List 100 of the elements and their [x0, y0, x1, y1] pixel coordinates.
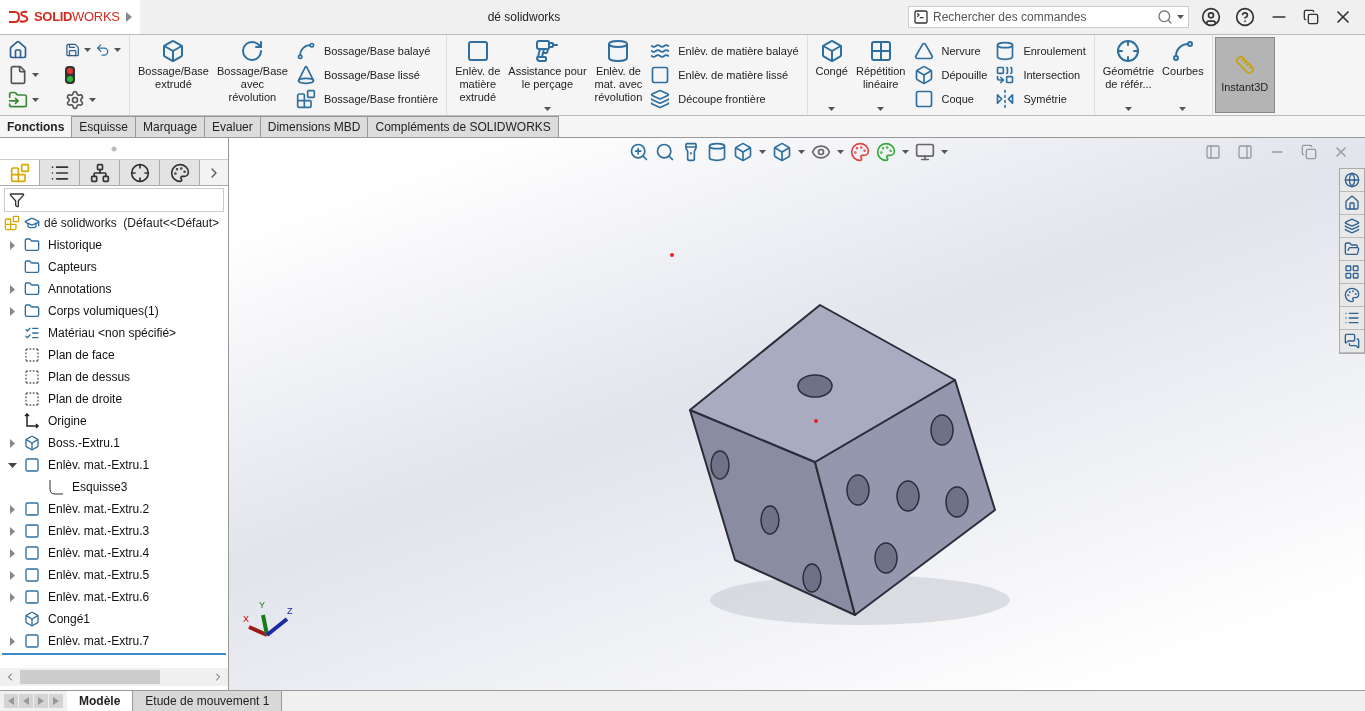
expand-arrow-icon[interactable]	[9, 548, 15, 558]
ribbon-button[interactable]: Symétrie	[995, 89, 1086, 109]
ribbon-button[interactable]: Découpe frontière	[650, 89, 799, 109]
ribbon-tab[interactable]: Esquisse	[72, 116, 137, 137]
filter-field[interactable]	[4, 188, 224, 212]
search-field[interactable]: Rechercher des commandes	[933, 8, 1153, 26]
ribbon-button[interactable]: Intersection	[995, 65, 1086, 85]
ribbon-button[interactable]: Enlèv. de matière balayé	[650, 41, 799, 61]
home-icon[interactable]	[1344, 195, 1360, 211]
forum-icon[interactable]	[1344, 333, 1360, 349]
home-icon[interactable]	[8, 39, 28, 60]
ribbon-button[interactable]: Assistance pour le perçage	[508, 35, 587, 115]
ribbon-button[interactable]: Bossage/Base extrudé	[138, 35, 209, 115]
caret-icon[interactable]	[941, 150, 948, 154]
collapse-arrow-icon[interactable]	[7, 462, 17, 468]
bottom-tab[interactable]: Etude de mouvement 1	[133, 691, 283, 711]
tree-root[interactable]: dé solidworks (Défaut<<Défaut>	[44, 214, 220, 232]
list-icon[interactable]	[1344, 310, 1360, 326]
expand-arrow-icon[interactable]	[9, 504, 15, 514]
ribbon-button[interactable]: Bossage/Base lissé	[295, 65, 439, 85]
ribbon-button[interactable]: Nervure	[913, 41, 988, 61]
tree-item[interactable]: Enlèv. mat.-Extru.1	[48, 456, 150, 474]
caret-icon[interactable]	[32, 98, 39, 103]
zoom-area-icon[interactable]	[655, 142, 675, 162]
expand-arrow-icon[interactable]	[9, 570, 15, 580]
caret-icon[interactable]	[543, 107, 551, 111]
appearance-icon[interactable]	[1344, 287, 1360, 303]
ribbon-tab[interactable]: Compléments de SOLIDWORKS	[368, 116, 559, 137]
caret-icon[interactable]	[837, 150, 844, 154]
ribbon-button[interactable]: Enlèv. de matière extrudé	[455, 35, 501, 115]
panel-tab[interactable]	[80, 160, 120, 185]
caret-icon[interactable]	[877, 107, 885, 111]
tree-item[interactable]: Boss.-Extru.1	[48, 434, 121, 452]
ribbon-button[interactable]: Coque	[913, 89, 988, 109]
restore-icon[interactable]	[1303, 9, 1319, 25]
caret-icon[interactable]	[902, 150, 909, 154]
ribbon-button[interactable]: Enlèv. de mat. avec révolution	[594, 35, 643, 115]
ribbon-button[interactable]: Dépouille	[913, 65, 988, 85]
graphics-area[interactable]: X Y Z	[229, 138, 1365, 690]
tree-item[interactable]: Congé1	[48, 610, 91, 628]
tree-item[interactable]: Corps volumiques(1)	[48, 302, 159, 320]
ribbon-button[interactable]: Répétition linéaire	[855, 35, 906, 115]
expand-arrow-icon[interactable]	[9, 636, 15, 646]
tree-item[interactable]: Plan de face	[48, 346, 115, 364]
tree-item[interactable]: Origine	[48, 412, 87, 430]
monitor-icon[interactable]	[915, 142, 935, 162]
tree-item[interactable]: Enlèv. mat.-Extru.3	[48, 522, 150, 540]
ribbon-tab[interactable]: Marquage	[136, 116, 206, 137]
tree-item[interactable]: Matériau <non spécifié>	[48, 324, 177, 342]
tree-item[interactable]: Plan de droite	[48, 390, 123, 408]
expand-arrow-icon[interactable]	[9, 284, 15, 294]
ribbon-button[interactable]: Enroulement	[995, 41, 1086, 61]
caret-icon[interactable]	[828, 107, 836, 111]
bottom-tab[interactable]: Modèle	[67, 691, 134, 711]
panel-tab[interactable]	[160, 160, 200, 185]
caret-icon[interactable]	[1177, 15, 1184, 19]
instant3d-button[interactable]: Instant3D	[1214, 37, 1275, 113]
tree-item[interactable]: Plan de dessus	[48, 368, 131, 386]
search-box[interactable]: Rechercher des commandes	[908, 6, 1189, 28]
caret-icon[interactable]	[798, 150, 805, 154]
tree-item[interactable]: Enlèv. mat.-Extru.4	[48, 544, 150, 562]
tree-item[interactable]: Annotations	[48, 280, 112, 298]
ribbon-button[interactable]: Enlèv. de matière lissé	[650, 65, 799, 85]
expand-arrow-icon[interactable]	[9, 592, 15, 602]
ribbon-tab[interactable]: Dimensions MBD	[260, 116, 369, 137]
tree-item[interactable]: Enlèv. mat.-Extru.7	[48, 632, 150, 650]
expand-arrow-icon[interactable]	[9, 438, 15, 448]
eye-icon[interactable]	[811, 142, 831, 162]
caret-icon[interactable]	[32, 73, 39, 77]
panel-tab[interactable]	[40, 160, 80, 185]
settings-icon[interactable]	[64, 90, 85, 111]
caret-icon[interactable]	[83, 47, 91, 52]
globe-icon[interactable]	[1344, 172, 1360, 188]
expand-arrow-icon[interactable]	[126, 12, 132, 22]
search-icon[interactable]	[1157, 9, 1173, 25]
help-icon[interactable]	[1235, 7, 1255, 27]
new-file-icon[interactable]	[8, 65, 28, 85]
ribbon-button[interactable]: Bossage/Base frontière	[295, 89, 439, 109]
tree-item[interactable]: Enlèv. mat.-Extru.5	[48, 566, 150, 584]
tree-item[interactable]: Esquisse3	[72, 478, 128, 496]
caret-icon[interactable]	[1124, 107, 1132, 111]
ribbon-button[interactable]: Géométrie de référ...	[1102, 35, 1155, 115]
expand-arrow-icon[interactable]	[9, 306, 15, 316]
appearance-icon[interactable]	[850, 142, 870, 162]
folder-icon[interactable]	[1344, 241, 1360, 257]
open-folder-icon[interactable]	[8, 90, 28, 111]
caret-icon[interactable]	[1179, 107, 1187, 111]
ribbon-button[interactable]: Courbes	[1162, 35, 1204, 115]
caret-icon[interactable]	[114, 47, 121, 52]
ribbon-button[interactable]: Bossage/Base balayé	[295, 41, 439, 61]
traffic-light-icon[interactable]	[64, 66, 75, 84]
ribbon-tab[interactable]: Evaluer	[205, 116, 261, 137]
grip-icon[interactable]	[111, 145, 117, 152]
ribbon-button[interactable]: Congé	[815, 35, 848, 115]
caret-icon[interactable]	[88, 98, 96, 103]
zoom-icon[interactable]	[629, 142, 649, 162]
panel-tab[interactable]	[120, 160, 160, 185]
ribbon-button[interactable]: Bossage/Base avec révolution	[216, 35, 288, 115]
tree-item[interactable]: Enlèv. mat.-Extru.2	[48, 500, 150, 518]
expand-arrow-icon[interactable]	[9, 526, 15, 536]
